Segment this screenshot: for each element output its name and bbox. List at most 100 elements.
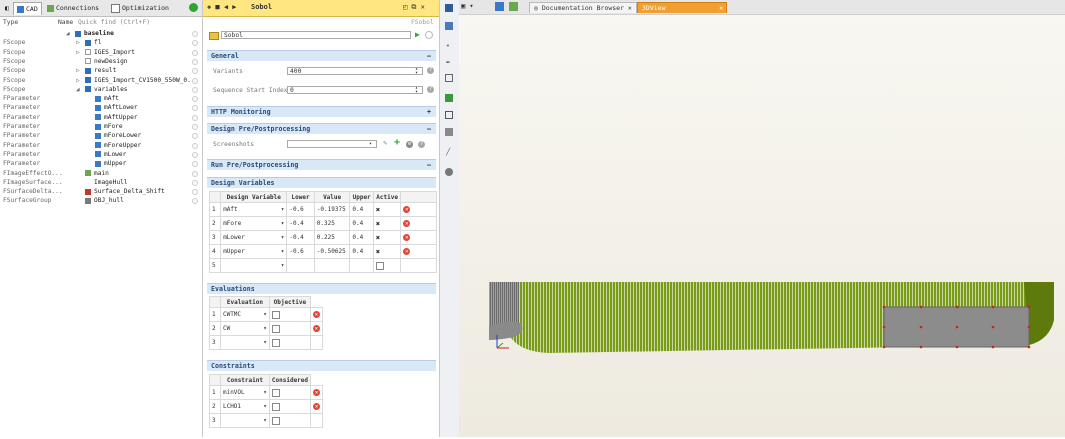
expand-icon[interactable]: + — [427, 107, 431, 117]
tab-3dview[interactable]: 3DView ✕ — [637, 2, 727, 13]
checkbox[interactable] — [271, 338, 280, 347]
tree-row[interactable]: FParameter mFore — [0, 122, 202, 131]
visibility-toggle[interactable] — [192, 114, 198, 121]
active-cell[interactable] — [372, 258, 402, 273]
settings-icon[interactable]: ⚙ — [406, 141, 413, 148]
chevron-down-icon[interactable]: ▾ — [281, 234, 285, 241]
evaluation-cell[interactable]: CWTMC ▾ — [219, 307, 270, 322]
chevron-down-icon[interactable]: ▾ — [281, 206, 285, 213]
run-icon[interactable]: ▶ — [415, 30, 420, 39]
visibility-toggle[interactable] — [192, 77, 198, 84]
toolbar-icon[interactable] — [495, 2, 504, 11]
visibility-toggle[interactable] — [192, 142, 198, 149]
screenshots-dropdown[interactable] — [287, 140, 377, 148]
tree-row[interactable]: FSurfaceDelta... Surface_Delta_Shift — [0, 187, 202, 196]
tree-row[interactable]: FParameter mForeUpper — [0, 141, 202, 150]
tree-row[interactable]: FScope ▷ IGES_Import_CV1500_550W_0... — [0, 76, 202, 85]
close-icon[interactable]: ✕ — [624, 4, 632, 12]
active-checkbox[interactable] — [375, 261, 384, 270]
3d-viewport[interactable] — [459, 15, 1065, 437]
visibility-toggle[interactable] — [192, 198, 198, 205]
delete-cell[interactable]: ✕ — [310, 399, 324, 414]
active-cell[interactable]: ✖ — [372, 230, 402, 245]
tree-row[interactable]: FParameter mAftUpper — [0, 113, 202, 122]
expand-arrow-icon[interactable]: ◢ — [76, 85, 80, 94]
pointer-icon[interactable]: ⁌ — [446, 42, 450, 50]
help-icon[interactable]: ? — [427, 86, 434, 93]
delete-icon[interactable]: ✕ — [313, 389, 321, 396]
tree-row[interactable]: FParameter mAftLower — [0, 103, 202, 112]
table-row[interactable]: 3 mLower ▾ -0.4 0.225 0.4 ✖ ✕ — [208, 230, 437, 245]
value-cell[interactable]: -0.50625 — [313, 244, 351, 259]
checkbox-cell[interactable] — [268, 413, 312, 428]
active-check-icon[interactable]: ✖ — [376, 248, 380, 256]
lower-cell[interactable]: -0.6 — [286, 244, 315, 259]
checkbox-cell[interactable] — [268, 307, 311, 322]
object-name-field[interactable]: Sobol — [221, 31, 411, 39]
checkbox[interactable] — [271, 416, 280, 425]
table-row[interactable]: 3 ▾ — [209, 335, 437, 350]
sync-status-icon[interactable] — [189, 3, 198, 12]
table-row[interactable]: 3 ▾ — [209, 413, 437, 428]
value-cell[interactable] — [313, 258, 351, 273]
visibility-toggle[interactable] — [192, 68, 198, 75]
tree-row[interactable]: FSurfaceGroup OBJ_hull — [0, 196, 202, 205]
viewer-menu-icon[interactable]: ▣ ▾ — [461, 2, 474, 10]
section-general[interactable]: General – — [207, 50, 436, 61]
toolbar-icons[interactable]: ◈ ■ ◀ ▶ — [207, 3, 237, 11]
active-cell[interactable]: ✖ — [372, 244, 402, 259]
toolbar-icon[interactable] — [509, 2, 518, 11]
checkbox[interactable] — [271, 402, 280, 411]
constraint-cell[interactable]: ▾ — [219, 413, 270, 428]
section-design-prepost[interactable]: Design Pre/Postprocessing – — [207, 123, 436, 134]
tab-window-icons[interactable]: ◰ ⧉ ✕ — [403, 3, 425, 12]
expand-arrow-icon[interactable]: ▷ — [76, 38, 80, 47]
design-variable-cell[interactable]: mAft ▾ — [220, 202, 288, 217]
tree-collapse-icon[interactable]: ◧ — [2, 2, 12, 14]
checkbox-cell[interactable] — [268, 399, 312, 414]
collapse-icon[interactable]: – — [427, 124, 431, 134]
table-row[interactable]: 1 mAft ▾ -0.6 -0.19375 0.4 ✖ ✕ — [208, 202, 437, 217]
tree-row[interactable]: FParameter mLower — [0, 150, 202, 159]
delete-cell[interactable]: ✕ — [310, 385, 324, 400]
upper-cell[interactable] — [349, 258, 374, 273]
value-cell[interactable]: 0.325 — [313, 216, 351, 231]
checkbox[interactable] — [271, 324, 280, 333]
expand-arrow-icon[interactable]: ▷ — [76, 76, 80, 85]
delete-icon[interactable]: ✕ — [403, 206, 411, 213]
delete-icon[interactable]: ✕ — [403, 220, 411, 227]
tree-row[interactable]: FScope newDesign — [0, 57, 202, 66]
pin-icon[interactable]: ✒ — [446, 58, 450, 66]
section-evaluations[interactable]: Evaluations — [207, 283, 436, 294]
tree-row[interactable]: FImageSurface... ImageHull — [0, 178, 202, 187]
stop-icon[interactable] — [425, 31, 433, 39]
tree-row[interactable]: FImageEffectO... main — [0, 169, 202, 178]
value-cell[interactable]: -0.19375 — [313, 202, 351, 217]
delete-icon[interactable]: ✕ — [403, 248, 411, 255]
visibility-toggle[interactable] — [192, 86, 198, 93]
expand-arrow-icon[interactable]: ◢ — [66, 29, 70, 38]
chevron-down-icon[interactable]: ▾ — [281, 220, 285, 227]
help-icon[interactable]: ? — [427, 67, 434, 74]
expand-arrow-icon[interactable]: ▷ — [76, 66, 80, 75]
seq-start-field[interactable]: 0 — [287, 86, 423, 94]
expand-arrow-icon[interactable]: ▷ — [76, 48, 80, 57]
delete-icon[interactable]: ✕ — [313, 403, 321, 410]
visibility-toggle[interactable] — [192, 133, 198, 140]
constraint-cell[interactable]: minVOL ▾ — [219, 385, 270, 400]
checkbox[interactable] — [271, 388, 280, 397]
layers-icon[interactable] — [445, 128, 453, 136]
tab-optimization[interactable]: Optimization — [108, 2, 172, 14]
measure-icon[interactable]: ╱ — [446, 148, 450, 156]
delete-icon[interactable]: ✕ — [312, 325, 320, 332]
clip-icon[interactable] — [445, 111, 453, 119]
camera-icon[interactable] — [445, 168, 453, 176]
lower-cell[interactable] — [286, 258, 315, 273]
table-row[interactable]: 5 ▾ — [208, 258, 437, 273]
tree-row[interactable]: ◢ baseline — [0, 29, 202, 38]
upper-cell[interactable]: 0.4 — [349, 216, 374, 231]
close-icon[interactable]: ✕ — [719, 3, 723, 14]
chevron-down-icon[interactable]: ▾ — [263, 311, 267, 318]
table-row[interactable]: 2 mFore ▾ -0.4 0.325 0.4 ✖ ✕ — [208, 216, 437, 231]
tree-row[interactable]: FScope ◢ variables — [0, 85, 202, 94]
